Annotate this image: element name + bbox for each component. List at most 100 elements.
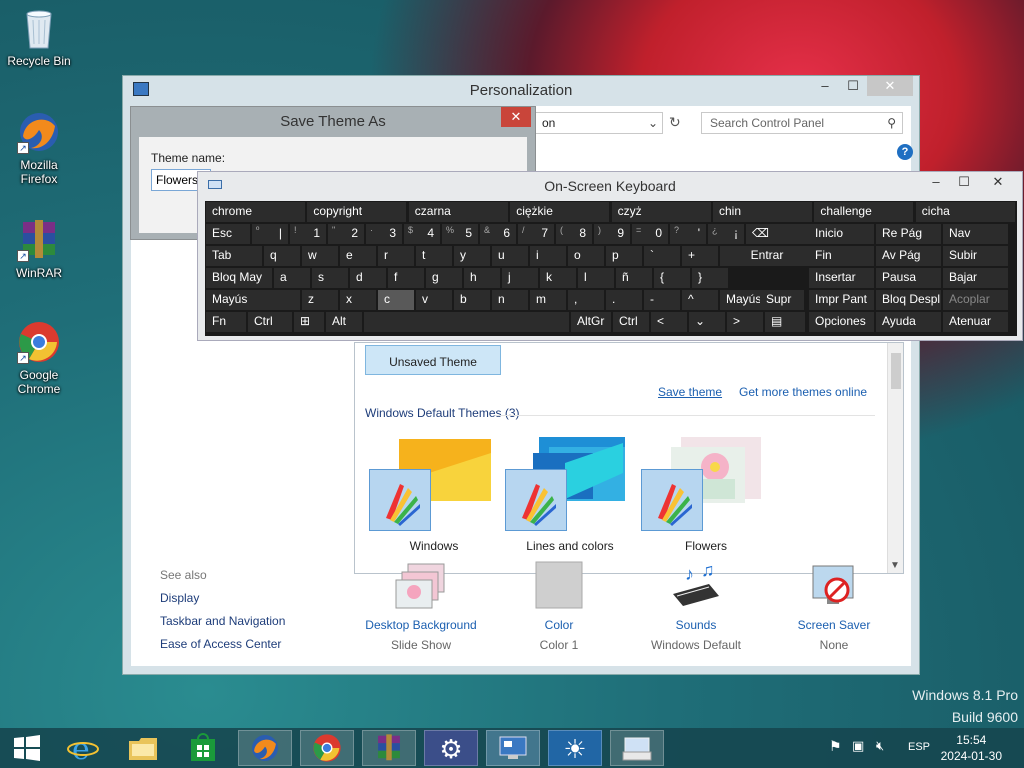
key-r5-5[interactable]: < bbox=[651, 312, 687, 332]
key-r3-8[interactable]: k bbox=[540, 268, 576, 288]
theme-windows[interactable]: Windows bbox=[369, 433, 499, 553]
key-r4-3[interactable]: c bbox=[378, 290, 414, 310]
theme-lines-and-colors[interactable]: Lines and colors bbox=[505, 433, 635, 553]
key-nav-atenuar[interactable]: Atenuar bbox=[943, 312, 1008, 332]
key-r4-8[interactable]: , bbox=[568, 290, 604, 310]
minimize-button[interactable]: – bbox=[811, 76, 839, 96]
key-r1-10[interactable]: 9) bbox=[594, 224, 630, 244]
address-bar[interactable]: on ⌄ bbox=[535, 112, 663, 134]
key-r4-2[interactable]: x bbox=[340, 290, 376, 310]
key-nav-acoplar[interactable]: Acoplar bbox=[943, 290, 1008, 310]
key-r1-5[interactable]: 4 $ bbox=[404, 224, 440, 244]
key-nav-insertar[interactable]: Insertar bbox=[809, 268, 874, 288]
space-key[interactable] bbox=[364, 312, 569, 332]
suggestion-challenge[interactable]: challenge bbox=[814, 202, 914, 222]
help-icon[interactable]: ? bbox=[897, 144, 913, 160]
key-r3-0[interactable]: Bloq May bbox=[206, 268, 272, 288]
key-r1-6[interactable]: 5% bbox=[442, 224, 478, 244]
taskbar-firefox[interactable] bbox=[238, 730, 292, 766]
key-r2-u[interactable]: u bbox=[492, 246, 528, 266]
get-more-themes-link[interactable]: Get more themes online bbox=[739, 385, 867, 399]
key-r5-4[interactable]: Ctrl bbox=[613, 312, 649, 332]
key-r2-+[interactable]: + bbox=[682, 246, 718, 266]
key-r1-4[interactable]: 3 · bbox=[366, 224, 402, 244]
key-r4-11[interactable]: ^ bbox=[682, 290, 718, 310]
key-r5-1[interactable]: Ctrl bbox=[248, 312, 292, 332]
language-indicator[interactable]: ESP bbox=[908, 741, 930, 753]
key-r2-`[interactable]: ` bbox=[644, 246, 680, 266]
key-nav-ayuda[interactable]: Ayuda bbox=[876, 312, 941, 332]
key-nav-bajar[interactable]: Bajar bbox=[943, 268, 1008, 288]
key-r2-r[interactable]: r bbox=[378, 246, 414, 266]
clock[interactable]: 15:54 2024-01-30 bbox=[941, 732, 1002, 764]
chevron-down-icon[interactable]: ⌄ bbox=[648, 116, 658, 130]
taskbar-ie[interactable]: e bbox=[56, 730, 110, 767]
key-r5-7[interactable]: > bbox=[727, 312, 763, 332]
taskbar-on-screen-keyboard[interactable] bbox=[610, 730, 664, 766]
suggestion-chin[interactable]: chin bbox=[713, 202, 812, 222]
key-nav-impr-pant[interactable]: Impr Pant bbox=[809, 290, 874, 310]
key-r5-6[interactable]: ⌄ bbox=[689, 312, 725, 332]
key-r2-w[interactable]: w bbox=[302, 246, 338, 266]
key-r1-1[interactable]: | º bbox=[252, 224, 288, 244]
start-button[interactable] bbox=[0, 730, 54, 766]
key-nav-bloq-despl[interactable]: Bloq Despl bbox=[876, 290, 941, 310]
search-icon[interactable]: ⚲ bbox=[887, 116, 896, 130]
taskbar-store[interactable] bbox=[176, 730, 230, 766]
key-supr[interactable]: Supr bbox=[760, 290, 804, 310]
key-r2-y[interactable]: y bbox=[454, 246, 490, 266]
refresh-icon[interactable]: ↻ bbox=[669, 114, 681, 131]
key-r3-6[interactable]: h bbox=[464, 268, 500, 288]
screen-saver-setting[interactable]: Screen Saver None bbox=[769, 560, 899, 652]
suggestion-cicha[interactable]: cicha bbox=[915, 202, 1015, 222]
key-r1-9[interactable]: 8( bbox=[556, 224, 592, 244]
key-r5-0[interactable]: Fn bbox=[206, 312, 246, 332]
key-nav-inicio[interactable]: Inicio bbox=[809, 224, 874, 244]
key-r2-i[interactable]: i bbox=[530, 246, 566, 266]
key-r1-13[interactable]: ¡ ¿ bbox=[708, 224, 744, 244]
key-r5-2[interactable]: Alt bbox=[326, 312, 362, 332]
taskbar-winrar[interactable] bbox=[362, 730, 416, 766]
taskbar-chrome[interactable] bbox=[300, 730, 354, 766]
key-r3-11[interactable]: { bbox=[654, 268, 690, 288]
key-r3-3[interactable]: d bbox=[350, 268, 386, 288]
key-r4-1[interactable]: z bbox=[302, 290, 338, 310]
key-r3-2[interactable]: s bbox=[312, 268, 348, 288]
close-button[interactable]: ✕ bbox=[978, 172, 1018, 192]
key-r3-10[interactable]: ñ bbox=[616, 268, 652, 288]
key-r1-3[interactable]: 2 " bbox=[328, 224, 364, 244]
key-r1-7[interactable]: 6 & bbox=[480, 224, 516, 244]
key-nav-subir[interactable]: Subir bbox=[943, 246, 1008, 266]
key-r2-q[interactable]: q bbox=[264, 246, 300, 266]
unsaved-theme-tile[interactable]: Unsaved Theme bbox=[365, 345, 501, 375]
menu-key[interactable]: ▤ bbox=[765, 312, 805, 332]
suggestion-czarna[interactable]: czarna bbox=[408, 202, 508, 222]
maximize-button[interactable]: ☐ bbox=[839, 76, 867, 96]
key-r4-5[interactable]: b bbox=[454, 290, 490, 310]
taskbar-file-explorer[interactable] bbox=[116, 730, 170, 766]
suggestion-czyż[interactable]: czyż bbox=[611, 202, 711, 222]
key-r2-tab[interactable]: Tab bbox=[206, 246, 262, 266]
key-r3-1[interactable]: a bbox=[274, 268, 310, 288]
see-also-ease-of-access[interactable]: Ease of Access Center bbox=[160, 633, 285, 656]
key-r3-12[interactable]: } bbox=[692, 268, 728, 288]
color-setting[interactable]: Color Color 1 bbox=[494, 560, 624, 652]
key-r2-p[interactable]: p bbox=[606, 246, 642, 266]
key-r2-entrar[interactable]: Entrar bbox=[720, 246, 814, 266]
suggestion-copyright[interactable]: copyright bbox=[307, 202, 407, 222]
search-input[interactable]: Search Control Panel ⚲ bbox=[701, 112, 903, 134]
desktop-icon-winrar[interactable]: ↗ WinRAR bbox=[2, 218, 76, 280]
key-r4-10[interactable]: - bbox=[644, 290, 680, 310]
key-r2-e[interactable]: e bbox=[340, 246, 376, 266]
scrollbar-thumb[interactable] bbox=[891, 353, 901, 389]
key-nav-nav[interactable]: Nav bbox=[943, 224, 1008, 244]
key-r4-4[interactable]: v bbox=[416, 290, 452, 310]
key-r4-6[interactable]: n bbox=[492, 290, 528, 310]
key-nav-pausa[interactable]: Pausa bbox=[876, 268, 941, 288]
key-r2-t[interactable]: t bbox=[416, 246, 452, 266]
suggestion-chrome[interactable]: chrome bbox=[206, 202, 305, 222]
see-also-display[interactable]: Display bbox=[160, 587, 285, 610]
taskbar-display-brightness[interactable]: ☀ bbox=[548, 730, 602, 766]
key-nav-opciones[interactable]: Opciones bbox=[809, 312, 874, 332]
key-r3-5[interactable]: g bbox=[426, 268, 462, 288]
